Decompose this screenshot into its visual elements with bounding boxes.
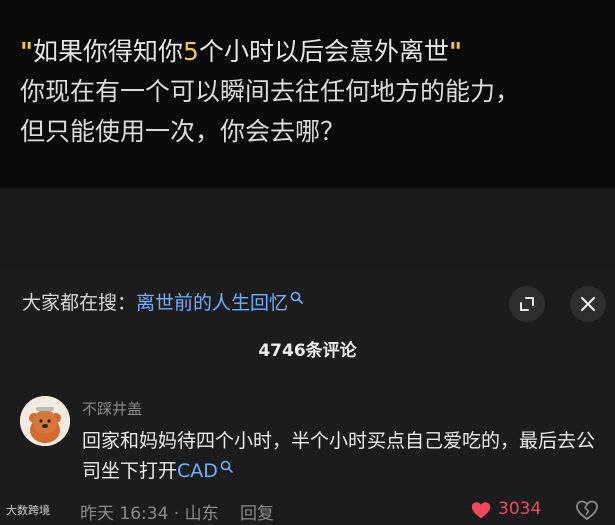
dislike-icon[interactable] xyxy=(575,498,599,522)
close-button[interactable] xyxy=(570,286,606,322)
like-count: 3034 xyxy=(498,499,542,519)
reply-button[interactable]: 回复 xyxy=(240,499,274,524)
comment-body: 回家和妈妈待四个小时，半个小时买点自己爱吃的，最后去公司坐下打开 xyxy=(82,430,596,482)
close-icon xyxy=(580,296,596,312)
comment-meta: 大数跨境 昨天 16:34 · 山东 回复 3034 xyxy=(0,495,615,525)
avatar-image xyxy=(20,396,70,446)
cad-search-link[interactable]: CAD xyxy=(177,460,218,482)
expand-button[interactable] xyxy=(509,286,545,322)
search-icon xyxy=(290,291,303,304)
caption-text-a: 如果你得知你 xyxy=(33,37,184,66)
expand-icon xyxy=(520,297,534,311)
caption-line-2: 你现在有一个可以瞬间去往任何地方的能力， xyxy=(20,77,521,106)
video-background xyxy=(0,188,615,270)
comments-sheet: 大家都在搜：离世前的人生回忆 4746条评论 不踩井盖 回家和妈妈待四个小时，半… xyxy=(0,270,615,525)
avatar[interactable] xyxy=(20,396,70,446)
search-query-link[interactable]: 离世前的人生回忆 xyxy=(136,292,288,314)
caption-text-b: 个小时以后会意外离世 xyxy=(198,37,449,66)
close-quote: " xyxy=(448,37,462,66)
heart-icon[interactable] xyxy=(470,499,492,521)
video-caption: "如果你得知你5个小时以后会意外离世" 你现在有一个可以瞬间去往任何地方的能力，… xyxy=(20,32,520,152)
search-icon xyxy=(220,460,233,473)
suggested-search[interactable]: 大家都在搜：离世前的人生回忆 xyxy=(22,290,304,316)
comment-time-location: 昨天 16:34 · 山东 xyxy=(80,504,219,524)
comments-count: 4746条评论 xyxy=(258,341,357,361)
comment-username[interactable]: 不踩井盖 xyxy=(82,398,142,419)
open-quote: " xyxy=(20,37,34,66)
search-prefix: 大家都在搜： xyxy=(22,292,137,314)
caption-number: 5 xyxy=(183,37,199,66)
video-area[interactable]: "如果你得知你5个小时以后会意外离世" 你现在有一个可以瞬间去往任何地方的能力，… xyxy=(0,0,615,188)
comment-text: 回家和妈妈待四个小时，半个小时买点自己爱吃的，最后去公司坐下打开CAD xyxy=(82,426,602,486)
watermark: 大数跨境 xyxy=(6,504,50,517)
caption-line-3: 但只能使用一次，你会去哪？ xyxy=(20,117,346,146)
caption-line-1: "如果你得知你5个小时以后会意外离世" xyxy=(20,32,520,72)
